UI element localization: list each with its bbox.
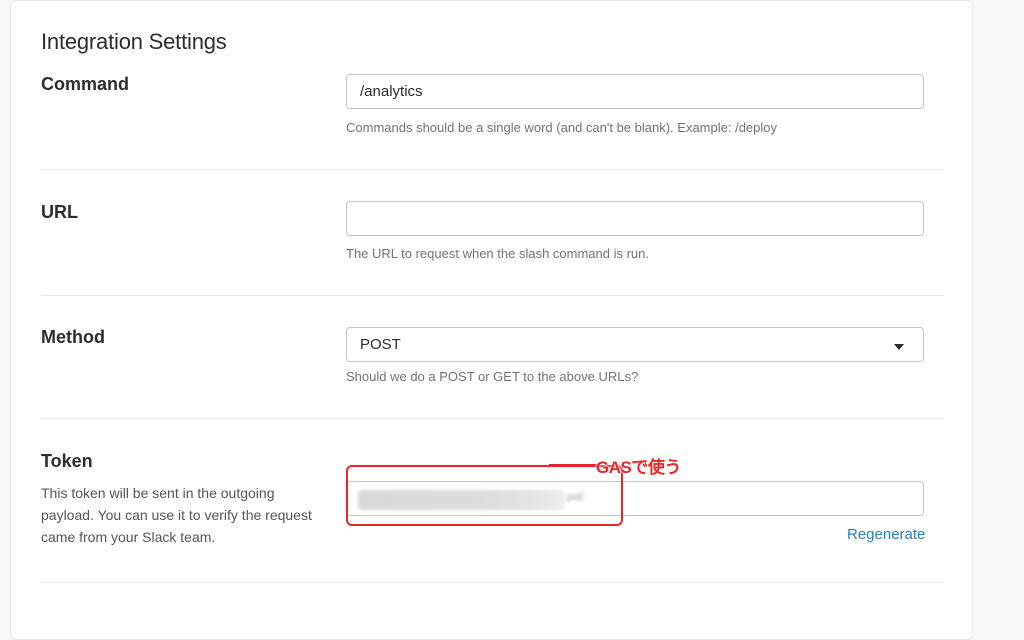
method-hint: Should we do a POST or GET to the above … — [346, 369, 639, 384]
regenerate-link[interactable]: Regenerate — [847, 526, 925, 543]
annotation-highlight-box — [346, 465, 623, 526]
divider — [41, 295, 944, 296]
command-hint: Commands should be a single word (and ca… — [346, 120, 777, 135]
url-label: URL — [41, 202, 78, 222]
integration-settings-card: Integration Settings Command Commands sh… — [10, 0, 973, 640]
annotation-text: GASで使う — [596, 458, 681, 477]
section-title: Integration Settings — [41, 29, 227, 54]
method-select[interactable]: POST — [346, 327, 924, 362]
divider — [41, 582, 944, 583]
annotation-line — [549, 464, 599, 466]
method-label: Method — [41, 327, 105, 347]
url-hint: The URL to request when the slash comman… — [346, 246, 649, 261]
token-description: This token will be sent in the outgoing … — [41, 485, 312, 545]
divider — [41, 169, 944, 170]
divider — [41, 418, 944, 419]
command-input[interactable] — [346, 74, 924, 109]
token-label: Token — [41, 451, 93, 471]
command-label: Command — [41, 74, 130, 94]
url-input[interactable] — [346, 201, 924, 236]
